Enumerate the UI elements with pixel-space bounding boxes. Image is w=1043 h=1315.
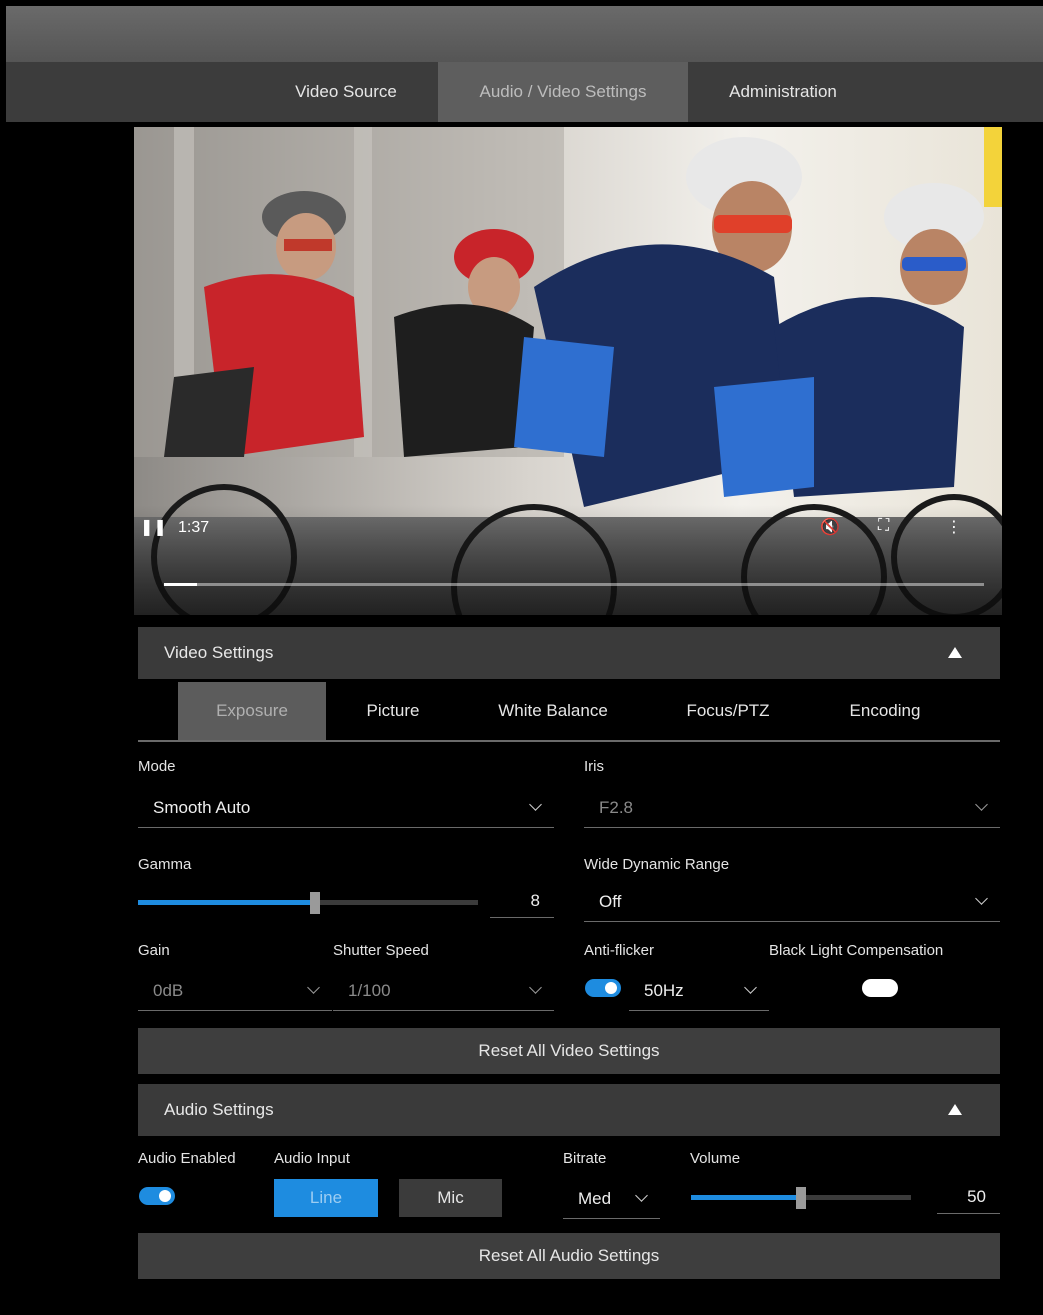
iris-select[interactable]: F2.8 — [584, 788, 1000, 828]
subtab-divider — [138, 740, 1000, 742]
gamma-slider[interactable] — [138, 892, 478, 914]
mode-label: Mode — [138, 758, 176, 775]
blc-label: Black Light Compensation — [769, 942, 944, 959]
collapse-icon[interactable] — [948, 1104, 962, 1115]
blc-toggle[interactable] — [862, 979, 898, 997]
gain-select[interactable]: 0dB — [138, 971, 332, 1011]
chevron-down-icon — [307, 981, 320, 994]
subtab-exposure[interactable]: Exposure — [178, 682, 326, 740]
gain-label: Gain — [138, 942, 170, 959]
antiflicker-toggle[interactable] — [585, 979, 621, 997]
volume-fill — [691, 1195, 801, 1200]
wdr-select[interactable]: Off — [584, 882, 1000, 922]
video-settings-header[interactable]: Video Settings — [138, 627, 1000, 679]
mode-select[interactable]: Smooth Auto — [138, 788, 554, 828]
volume-label: Volume — [690, 1150, 741, 1167]
subtab-white-balance[interactable]: White Balance — [470, 682, 636, 740]
tab-audio-video-settings[interactable]: Audio / Video Settings — [438, 62, 688, 122]
audio-settings-header[interactable]: Audio Settings — [138, 1084, 1000, 1136]
title-bar — [6, 6, 1043, 62]
chevron-down-icon — [975, 892, 988, 905]
audio-input-label: Audio Input — [274, 1150, 350, 1167]
chevron-down-icon — [744, 981, 757, 994]
seek-bar[interactable] — [164, 583, 984, 586]
volume-value[interactable]: 50 — [937, 1180, 1000, 1214]
iris-value: F2.8 — [599, 798, 634, 817]
wdr-value: Off — [599, 892, 622, 911]
gamma-value[interactable]: 8 — [490, 884, 554, 918]
wdr-label: Wide Dynamic Range — [584, 856, 730, 873]
shutter-select[interactable]: 1/100 — [333, 971, 554, 1011]
subtab-encoding[interactable]: Encoding — [820, 682, 950, 740]
video-settings-title: Video Settings — [164, 643, 274, 662]
chevron-down-icon — [975, 798, 988, 811]
video-player[interactable]: ❚❚ 1:37 🔇 ⛶ ⋮ — [134, 127, 1002, 615]
volume-thumb[interactable] — [796, 1187, 806, 1209]
audio-enabled-label: Audio Enabled — [138, 1150, 236, 1167]
audio-settings-title: Audio Settings — [164, 1100, 274, 1119]
audio-enabled-toggle[interactable] — [139, 1187, 175, 1205]
antiflicker-select[interactable]: 50Hz — [629, 971, 769, 1011]
tab-administration[interactable]: Administration — [688, 62, 878, 122]
subtab-picture[interactable]: Picture — [326, 682, 460, 740]
tab-video-source[interactable]: Video Source — [251, 62, 441, 122]
playback-time: 1:37 — [178, 519, 210, 536]
toggle-knob — [159, 1190, 171, 1202]
chevron-down-icon — [529, 981, 542, 994]
collapse-icon[interactable] — [948, 647, 962, 658]
chevron-down-icon — [529, 798, 542, 811]
chevron-down-icon — [635, 1189, 648, 1202]
seek-bar-progress — [164, 583, 197, 586]
subtab-focus-ptz[interactable]: Focus/PTZ — [660, 682, 796, 740]
gamma-thumb[interactable] — [309, 892, 320, 914]
bitrate-label: Bitrate — [563, 1150, 607, 1167]
toggle-knob — [605, 982, 617, 994]
pause-icon[interactable]: ❚❚ — [140, 517, 167, 537]
iris-label: Iris — [584, 758, 604, 775]
audio-input-line-button[interactable]: Line — [274, 1179, 378, 1217]
gamma-label: Gamma — [138, 856, 192, 873]
gamma-fill — [138, 900, 315, 905]
volume-slider[interactable] — [691, 1187, 911, 1209]
gain-value: 0dB — [153, 981, 184, 1000]
shutter-label: Shutter Speed — [333, 942, 429, 959]
reset-video-button[interactable]: Reset All Video Settings — [138, 1028, 1000, 1074]
shutter-value: 1/100 — [348, 981, 391, 1000]
antiflicker-label: Anti-flicker — [584, 942, 655, 959]
main-nav: Video Source Audio / Video Settings Admi… — [6, 62, 1043, 122]
bitrate-select[interactable]: Med — [563, 1179, 660, 1219]
audio-input-mic-button[interactable]: Mic — [399, 1179, 502, 1217]
antiflicker-value: 50Hz — [644, 981, 684, 1000]
player-controls — [134, 505, 1002, 615]
bitrate-value: Med — [578, 1189, 612, 1208]
more-icon[interactable]: ⋮ — [946, 517, 962, 537]
fullscreen-icon[interactable]: ⛶ — [878, 517, 889, 535]
mode-value: Smooth Auto — [153, 798, 251, 817]
mute-icon[interactable]: 🔇 — [820, 517, 840, 537]
reset-audio-button[interactable]: Reset All Audio Settings — [138, 1233, 1000, 1279]
